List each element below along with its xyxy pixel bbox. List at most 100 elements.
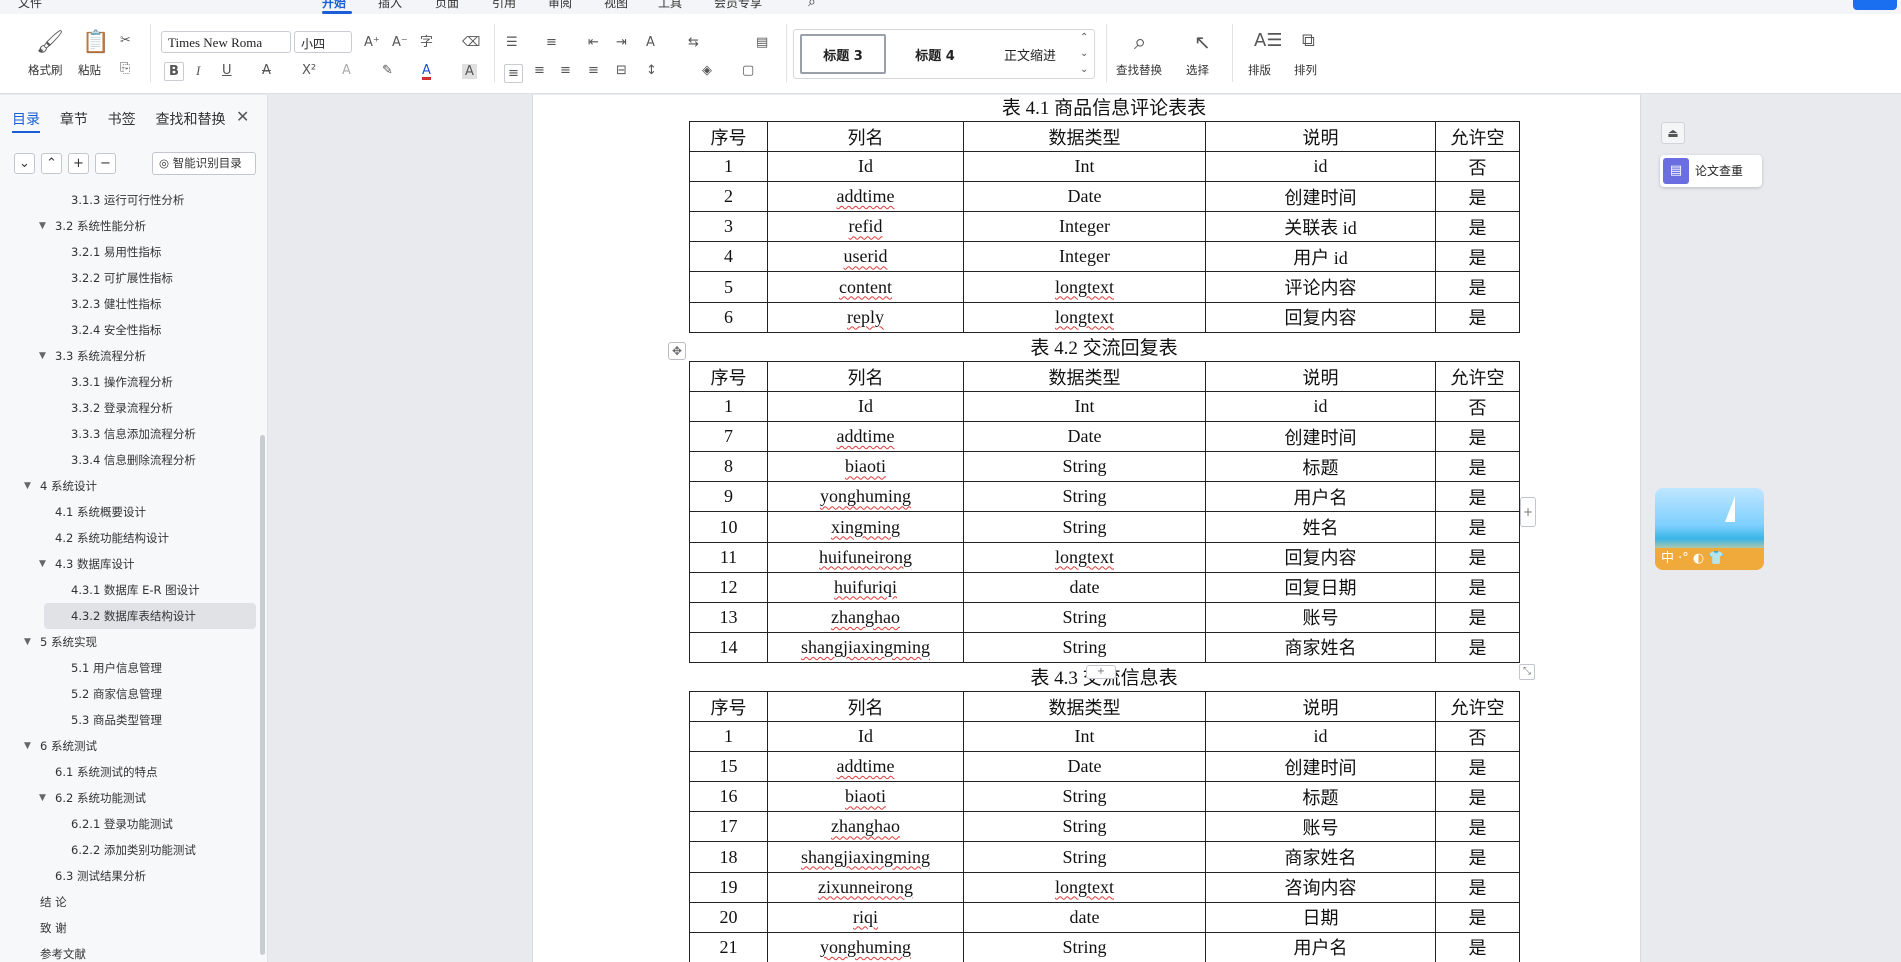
layout-button[interactable]: 排版	[1248, 62, 1271, 78]
table-cell[interactable]: 否	[1435, 151, 1520, 183]
bold-icon[interactable]: B	[164, 62, 184, 81]
toc-item[interactable]: ▼ 6 系统测试	[0, 733, 262, 759]
table-cell[interactable]: 是	[1435, 511, 1520, 543]
layout-icon[interactable]: A☰	[1254, 32, 1282, 50]
table-cell[interactable]: Id	[767, 151, 964, 183]
font-color-icon[interactable]: A	[422, 64, 431, 80]
table-cell[interactable]: huifuneirong	[767, 541, 964, 573]
toc-item[interactable]: 4.2 系统功能结构设计	[0, 525, 262, 551]
table-cell[interactable]: 是	[1435, 901, 1520, 933]
table-cell[interactable]: 12	[689, 571, 768, 603]
toc-item[interactable]: 6.1 系统测试的特点	[0, 759, 262, 785]
table-cell[interactable]: 8	[689, 451, 768, 483]
table-cell[interactable]: 创建时间	[1205, 421, 1436, 453]
style-heading3[interactable]: 标题 3	[800, 34, 886, 74]
tab-tools[interactable]: 工具	[658, 0, 682, 11]
table-header-cell[interactable]: 数据类型	[963, 120, 1206, 153]
toc-item[interactable]: 3.2.1 易用性指标	[0, 239, 262, 265]
distribute-icon[interactable]: ⊟	[616, 64, 627, 77]
number-list-icon[interactable]: ≡	[546, 36, 557, 49]
table-cell[interactable]: 是	[1435, 871, 1520, 903]
increase-indent-icon[interactable]: ⇥	[616, 36, 627, 49]
tab-insert[interactable]: 插入	[378, 0, 402, 11]
arrange-button[interactable]: 排列	[1294, 62, 1317, 78]
table-cell[interactable]: date	[963, 901, 1206, 933]
tab-review[interactable]: 审阅	[548, 0, 572, 11]
table-cell[interactable]: 21	[689, 931, 768, 962]
clear-format-icon[interactable]: ⌫	[462, 36, 480, 49]
shrink-font-icon[interactable]: A⁻	[392, 36, 408, 49]
table-cell[interactable]: yonghuming	[767, 931, 964, 962]
border-icon[interactable]: ▢	[742, 64, 754, 77]
table-cell[interactable]: yonghuming	[767, 481, 964, 513]
table-cell[interactable]: longtext	[963, 541, 1206, 573]
collapse-ribbon-icon[interactable]: ⏏	[1661, 122, 1685, 144]
table-header-cell[interactable]: 说明	[1205, 360, 1436, 393]
table-cell[interactable]: 是	[1435, 241, 1520, 273]
align-center-icon[interactable]: ≡	[534, 64, 545, 77]
style-more-icon[interactable]: ⌄	[1080, 64, 1088, 75]
table-cell[interactable]: zixunneirong	[767, 871, 964, 903]
table-cell[interactable]: 1	[689, 721, 768, 753]
bullet-list-icon[interactable]: ☰	[506, 36, 518, 49]
table-cell[interactable]: 是	[1435, 631, 1520, 663]
table-cell[interactable]: 是	[1435, 481, 1520, 513]
table-cell[interactable]: 回复日期	[1205, 571, 1436, 603]
table-cell[interactable]: String	[963, 481, 1206, 513]
table-cell[interactable]: 9	[689, 481, 768, 513]
table-cell[interactable]: 用户名	[1205, 481, 1436, 513]
table-cell[interactable]: longtext	[963, 871, 1206, 903]
tab-view[interactable]: 视图	[604, 0, 628, 11]
toc-item[interactable]: 致 谢	[0, 915, 262, 941]
table-header-cell[interactable]: 列名	[767, 120, 964, 153]
toc-item[interactable]: 4.3.2 数据库表结构设计	[44, 603, 256, 629]
remove-heading-icon[interactable]: −	[95, 153, 116, 174]
table-cell[interactable]: 14	[689, 631, 768, 663]
tab-page[interactable]: 页面	[435, 0, 459, 11]
toc-item[interactable]: ▼ 4.3 数据库设计	[0, 551, 262, 577]
table-cell[interactable]: zhanghao	[767, 811, 964, 843]
table-header-cell[interactable]: 数据类型	[963, 360, 1206, 393]
table-header-cell[interactable]: 允许空	[1435, 690, 1520, 723]
align-left-icon[interactable]: ≡	[504, 64, 523, 83]
table-cell[interactable]: 标题	[1205, 781, 1436, 813]
table-cell[interactable]: id	[1205, 721, 1436, 753]
paste-button[interactable]: 粘贴	[78, 62, 101, 78]
style-scroll-up-icon[interactable]: ⌃	[1080, 32, 1088, 43]
table-header-cell[interactable]: 说明	[1205, 690, 1436, 723]
table-cell[interactable]: 用户 id	[1205, 241, 1436, 273]
table-cell[interactable]: biaoti	[767, 451, 964, 483]
table-cell[interactable]: refid	[767, 211, 964, 243]
table-cell[interactable]: 回复内容	[1205, 301, 1436, 333]
table-cell[interactable]: Date	[963, 421, 1206, 453]
format-painter-button[interactable]: 格式刷	[28, 62, 63, 78]
tab-file[interactable]: 文件	[18, 0, 42, 11]
toc-item[interactable]: 6.2.2 添加类别功能测试	[0, 837, 262, 863]
text-effect-icon[interactable]: A	[342, 64, 351, 77]
table-cell[interactable]: id	[1205, 391, 1436, 423]
table-cell[interactable]: String	[963, 931, 1206, 962]
table-cell[interactable]: Integer	[963, 211, 1206, 243]
table-cell[interactable]: String	[963, 601, 1206, 633]
table-cell[interactable]: shangjiaxingming	[767, 841, 964, 873]
align-right-icon[interactable]: ≡	[560, 64, 571, 77]
table-cell[interactable]: 是	[1435, 571, 1520, 603]
table-cell[interactable]: 是	[1435, 931, 1520, 962]
table-cell[interactable]: Int	[963, 151, 1206, 183]
chinese-layout-icon[interactable]: A	[646, 36, 655, 49]
toc-item[interactable]: 4.1 系统概要设计	[0, 499, 262, 525]
table-cell[interactable]: content	[767, 271, 964, 303]
expand-up-icon[interactable]: ⌃	[41, 153, 62, 174]
char-shading-icon[interactable]: A	[462, 64, 477, 79]
table-cell[interactable]: 评论内容	[1205, 271, 1436, 303]
table-cell[interactable]: shangjiaxingming	[767, 631, 964, 663]
table-cell[interactable]: String	[963, 841, 1206, 873]
table-header-cell[interactable]: 序号	[689, 690, 768, 723]
table-cell[interactable]: Int	[963, 721, 1206, 753]
table-cell[interactable]: date	[963, 571, 1206, 603]
toc-expand-icon[interactable]: ▼	[39, 213, 46, 239]
table-cell[interactable]: 创建时间	[1205, 181, 1436, 213]
table-cell[interactable]: 是	[1435, 451, 1520, 483]
table-cell[interactable]: String	[963, 451, 1206, 483]
table-cell[interactable]: 商家姓名	[1205, 631, 1436, 663]
